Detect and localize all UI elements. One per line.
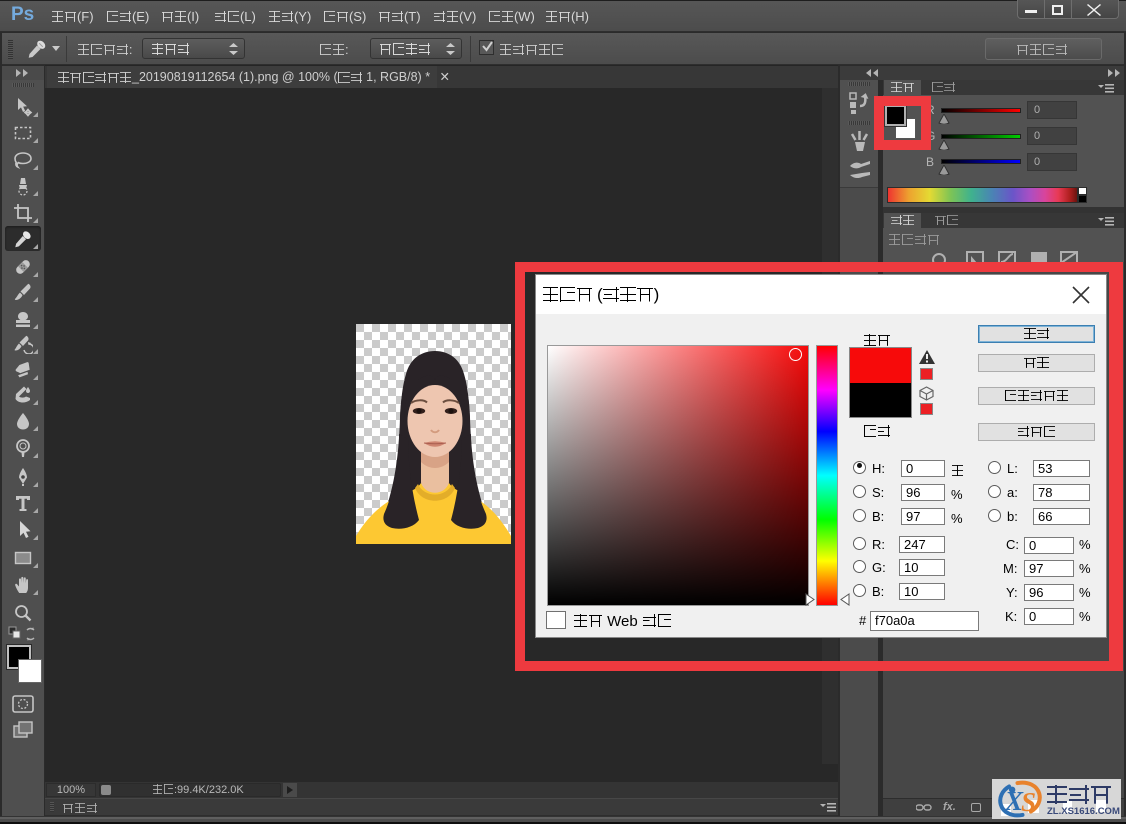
svg-text:S: S [1021, 787, 1036, 817]
